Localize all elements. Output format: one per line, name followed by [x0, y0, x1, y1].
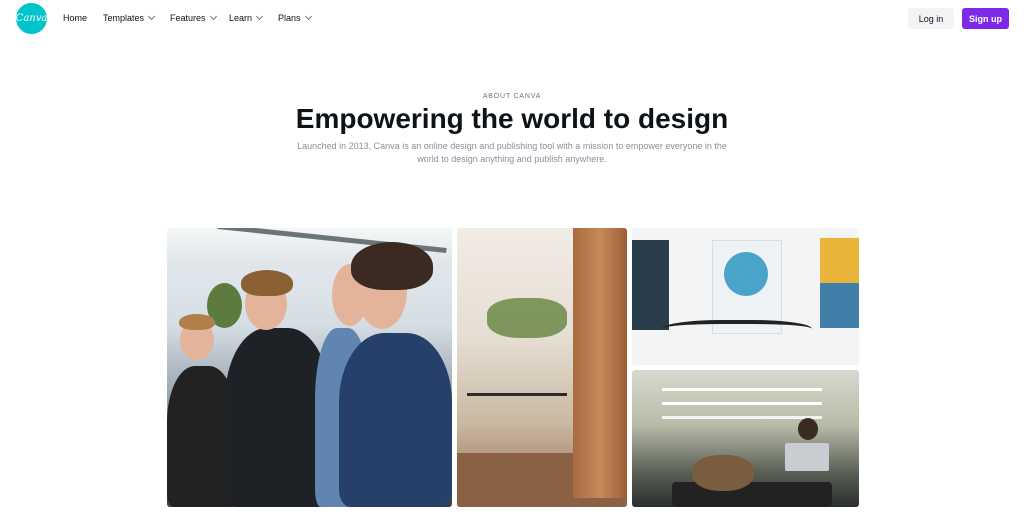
- person-4-hair: [351, 242, 433, 290]
- logo-text: Canva: [15, 13, 48, 24]
- photo-gallery: [167, 228, 859, 507]
- photo-ceiling-lights: [662, 388, 822, 391]
- photo-stair-rail: [467, 393, 567, 451]
- nav-item-home[interactable]: Home: [63, 13, 87, 23]
- photo-wood-door: [573, 228, 627, 498]
- top-navigation: Canva Home Templates Features Learn Plan…: [0, 0, 1024, 38]
- chevron-down-icon: [147, 12, 156, 21]
- photo-poster-right: [820, 238, 859, 328]
- photo-dog: [692, 455, 754, 491]
- office-interior-photo: [457, 228, 627, 507]
- photo-laptop: [785, 443, 829, 471]
- photo-bicycle: [662, 320, 812, 342]
- nav-item-features[interactable]: Features: [170, 12, 217, 23]
- photo-sofa: [672, 482, 832, 507]
- page-subtitle: Launched in 2013, Canva is an online des…: [297, 141, 727, 164]
- nav-item-label: Plans: [278, 13, 301, 23]
- signup-button[interactable]: Sign up: [962, 8, 1009, 29]
- nav-item-plans[interactable]: Plans: [278, 12, 312, 23]
- photo-plants: [487, 298, 567, 338]
- person-1-hair: [179, 314, 215, 330]
- nav-item-learn[interactable]: Learn: [229, 12, 264, 23]
- chevron-down-icon: [304, 12, 312, 21]
- person-2-hair: [241, 270, 293, 296]
- person-4: [339, 333, 452, 507]
- chevron-down-icon: [255, 12, 264, 21]
- nav-item-templates[interactable]: Templates: [103, 12, 156, 23]
- page-title: Empowering the world to design: [295, 103, 729, 134]
- photo-gear-art: [724, 252, 768, 296]
- canva-logo[interactable]: Canva: [16, 3, 47, 34]
- login-button[interactable]: Log in: [908, 8, 954, 29]
- team-photo: [167, 228, 452, 507]
- photo-person-head: [798, 418, 818, 440]
- office-workspace-photo: [632, 370, 859, 507]
- photo-poster-left: [632, 240, 669, 330]
- wall-art-photo: [632, 228, 859, 365]
- nav-item-label: Templates: [103, 13, 145, 23]
- nav-item-label: Home: [63, 13, 88, 23]
- nav-item-label: Features: [170, 13, 206, 23]
- section-eyebrow: ABOUT CANVA: [482, 93, 542, 100]
- chevron-down-icon: [209, 12, 217, 21]
- nav-item-label: Learn: [229, 13, 253, 23]
